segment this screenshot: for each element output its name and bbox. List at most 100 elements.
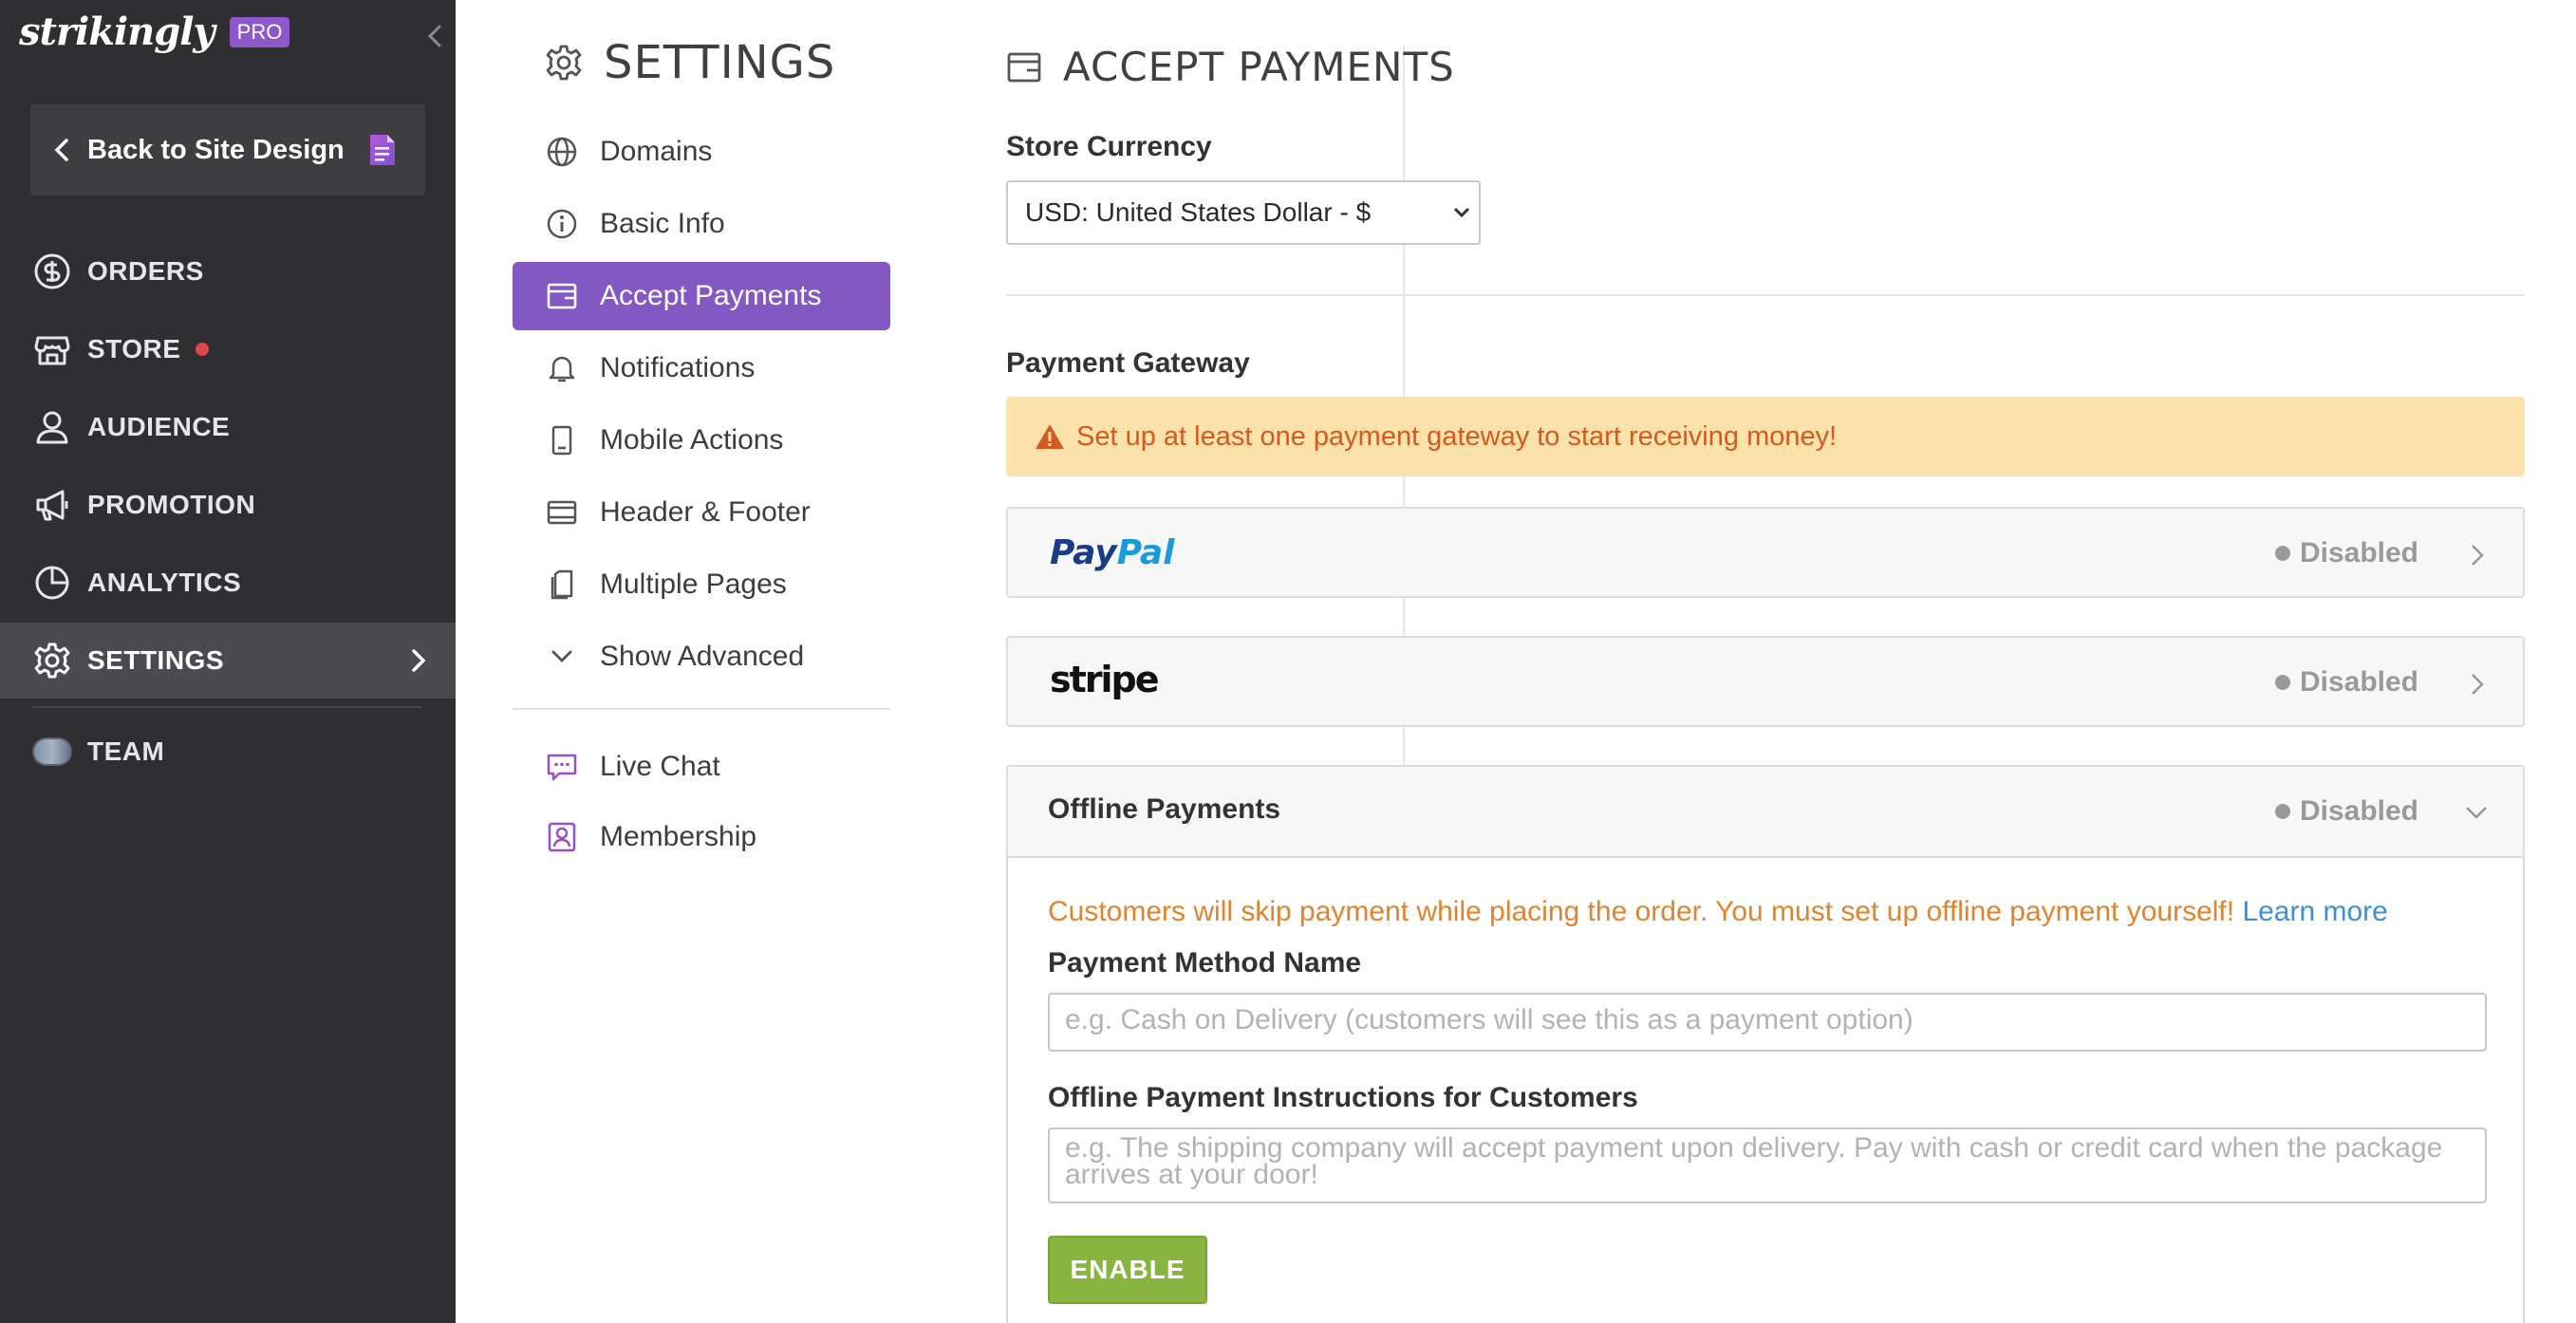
strikingly-logo[interactable]: strikingly PRO bbox=[19, 9, 290, 54]
dollar-circle-icon bbox=[32, 252, 72, 291]
settings-item-mobile-actions[interactable]: Mobile Actions bbox=[513, 406, 890, 475]
menu-item-label: Basic Info bbox=[600, 208, 725, 239]
settings-item-accept-payments[interactable]: Accept Payments bbox=[513, 262, 890, 330]
back-to-site-design-button[interactable]: Back to Site Design bbox=[30, 104, 425, 196]
gateway-status: Disabled bbox=[2274, 666, 2418, 699]
settings-item-basic-info[interactable]: Basic Info bbox=[513, 190, 890, 258]
offline-payments-header[interactable]: Offline Payments Disabled bbox=[1008, 767, 2523, 858]
menu-divider bbox=[513, 708, 890, 710]
settings-menu: SETTINGS Domains Basic Info Accept Payme… bbox=[456, 0, 1405, 1323]
gateway-status: Disabled bbox=[2274, 795, 2418, 828]
input-placeholder: e.g. Cash on Delivery (customers will se… bbox=[1065, 1004, 1913, 1035]
paypal-gateway-row[interactable]: PayPal Disabled bbox=[1006, 507, 2525, 598]
payment-method-name-label: Payment Method Name bbox=[1048, 947, 1362, 978]
offline-instructions-textarea[interactable]: e.g. The shipping company will accept pa… bbox=[1048, 1127, 2487, 1203]
chevron-down-icon bbox=[2466, 807, 2487, 819]
accept-payments-panel: ACCEPT PAYMENTS Store Currency USD: Unit… bbox=[1006, 0, 2525, 1323]
chevron-right-icon bbox=[412, 649, 426, 672]
payment-gateway-label: Payment Gateway bbox=[1006, 347, 1250, 379]
offline-note-text: Customers will skip payment while placin… bbox=[1048, 896, 2235, 927]
currency-select[interactable]: USD: United States Dollar - $ bbox=[1006, 180, 1481, 245]
sidebar-item-label: AUDIENCE bbox=[87, 412, 231, 441]
store-currency-label: Store Currency bbox=[1006, 131, 1212, 162]
settings-heading: SETTINGS bbox=[545, 36, 835, 89]
sidebar-item-analytics[interactable]: ANALYTICS bbox=[0, 545, 456, 621]
menu-item-label: Mobile Actions bbox=[600, 424, 784, 456]
offline-payments-title: Offline Payments bbox=[1048, 793, 1281, 825]
settings-item-membership[interactable]: Membership bbox=[513, 803, 890, 871]
sidebar-item-label: PROMOTION bbox=[87, 490, 256, 519]
menu-item-label: Membership bbox=[600, 821, 757, 852]
currency-selected-value: USD: United States Dollar - $ bbox=[1025, 197, 1372, 227]
pie-chart-icon bbox=[32, 563, 72, 603]
learn-more-link[interactable]: Learn more bbox=[2242, 896, 2387, 927]
status-text: Disabled bbox=[2299, 666, 2418, 698]
settings-item-domains[interactable]: Domains bbox=[513, 118, 890, 186]
chevron-down-icon bbox=[1453, 207, 1470, 218]
chevron-down-icon bbox=[545, 640, 579, 674]
sidebar-item-team[interactable]: TEAM bbox=[0, 714, 456, 790]
status-text: Disabled bbox=[2299, 795, 2418, 827]
settings-item-header-footer[interactable]: Header & Footer bbox=[513, 478, 890, 547]
user-icon bbox=[32, 407, 72, 447]
team-avatar bbox=[32, 732, 72, 772]
sidebar-item-label: SETTINGS bbox=[87, 645, 225, 675]
status-text: Disabled bbox=[2299, 537, 2418, 568]
gateway-status: Disabled bbox=[2274, 537, 2418, 569]
mobile-icon bbox=[545, 423, 579, 457]
status-dot bbox=[2274, 675, 2290, 690]
wallet-icon bbox=[545, 279, 579, 313]
menu-item-label: Live Chat bbox=[600, 751, 720, 782]
payment-method-name-input[interactable]: e.g. Cash on Delivery (customers will se… bbox=[1048, 993, 2487, 1052]
gateway-warning: Set up at least one payment gateway to s… bbox=[1006, 397, 2525, 476]
chat-icon bbox=[545, 750, 579, 784]
megaphone-icon bbox=[32, 485, 72, 525]
enable-button[interactable]: ENABLE bbox=[1048, 1236, 1207, 1304]
chevron-right-icon bbox=[2472, 545, 2484, 566]
stripe-logo: stripe bbox=[1050, 659, 1160, 700]
chevron-left-icon bbox=[54, 139, 68, 161]
sidebar-item-orders[interactable]: ORDERS bbox=[0, 233, 456, 309]
offline-instructions-label: Offline Payment Instructions for Custome… bbox=[1048, 1082, 1638, 1113]
page-title: ACCEPT PAYMENTS bbox=[1063, 44, 1455, 90]
menu-item-label: Domains bbox=[600, 136, 713, 167]
menu-item-label: Accept Payments bbox=[600, 280, 822, 311]
settings-title: SETTINGS bbox=[604, 36, 836, 89]
settings-item-show-advanced[interactable]: Show Advanced bbox=[513, 623, 890, 691]
sidebar-item-label: STORE bbox=[87, 334, 181, 363]
offline-note: Customers will skip payment while placin… bbox=[1048, 896, 2388, 928]
settings-item-notifications[interactable]: Notifications bbox=[513, 334, 890, 402]
page-heading: ACCEPT PAYMENTS bbox=[1006, 44, 1455, 90]
menu-item-label: Notifications bbox=[600, 352, 756, 383]
paypal-logo: PayPal bbox=[1050, 533, 1175, 572]
sidebar-item-promotion[interactable]: PROMOTION bbox=[0, 467, 456, 543]
stripe-gateway-row[interactable]: stripe Disabled bbox=[1006, 636, 2525, 727]
sidebar-item-audience[interactable]: AUDIENCE bbox=[0, 389, 456, 465]
bell-icon bbox=[545, 351, 579, 385]
info-icon bbox=[545, 207, 579, 241]
logo-text: strikingly bbox=[19, 9, 215, 54]
sidebar-item-settings[interactable]: SETTINGS bbox=[0, 623, 456, 699]
section-divider bbox=[1006, 294, 2525, 296]
sidebar-item-label: ORDERS bbox=[87, 256, 204, 286]
pages-icon bbox=[545, 568, 579, 602]
warning-icon bbox=[1036, 424, 1064, 449]
collapse-sidebar-icon[interactable] bbox=[423, 21, 446, 51]
warning-text: Set up at least one payment gateway to s… bbox=[1076, 420, 1838, 452]
offline-payments-panel: Offline Payments Disabled Customers will… bbox=[1006, 765, 2525, 1323]
settings-item-live-chat[interactable]: Live Chat bbox=[513, 733, 890, 801]
menu-item-label: Show Advanced bbox=[600, 641, 805, 672]
sidebar-item-label: ANALYTICS bbox=[87, 568, 242, 597]
notification-dot bbox=[196, 343, 210, 356]
layout-icon bbox=[545, 495, 579, 530]
membership-icon bbox=[545, 820, 579, 854]
pro-badge: PRO bbox=[229, 16, 290, 47]
storefront-icon bbox=[32, 329, 72, 369]
textarea-placeholder: e.g. The shipping company will accept pa… bbox=[1065, 1132, 2443, 1190]
settings-item-multiple-pages[interactable]: Multiple Pages bbox=[513, 550, 890, 619]
status-dot bbox=[2274, 546, 2290, 561]
sidebar-item-store[interactable]: STORE bbox=[0, 311, 456, 387]
sidebar-divider bbox=[32, 706, 421, 708]
globe-icon bbox=[545, 135, 579, 169]
menu-item-label: Multiple Pages bbox=[600, 568, 787, 600]
